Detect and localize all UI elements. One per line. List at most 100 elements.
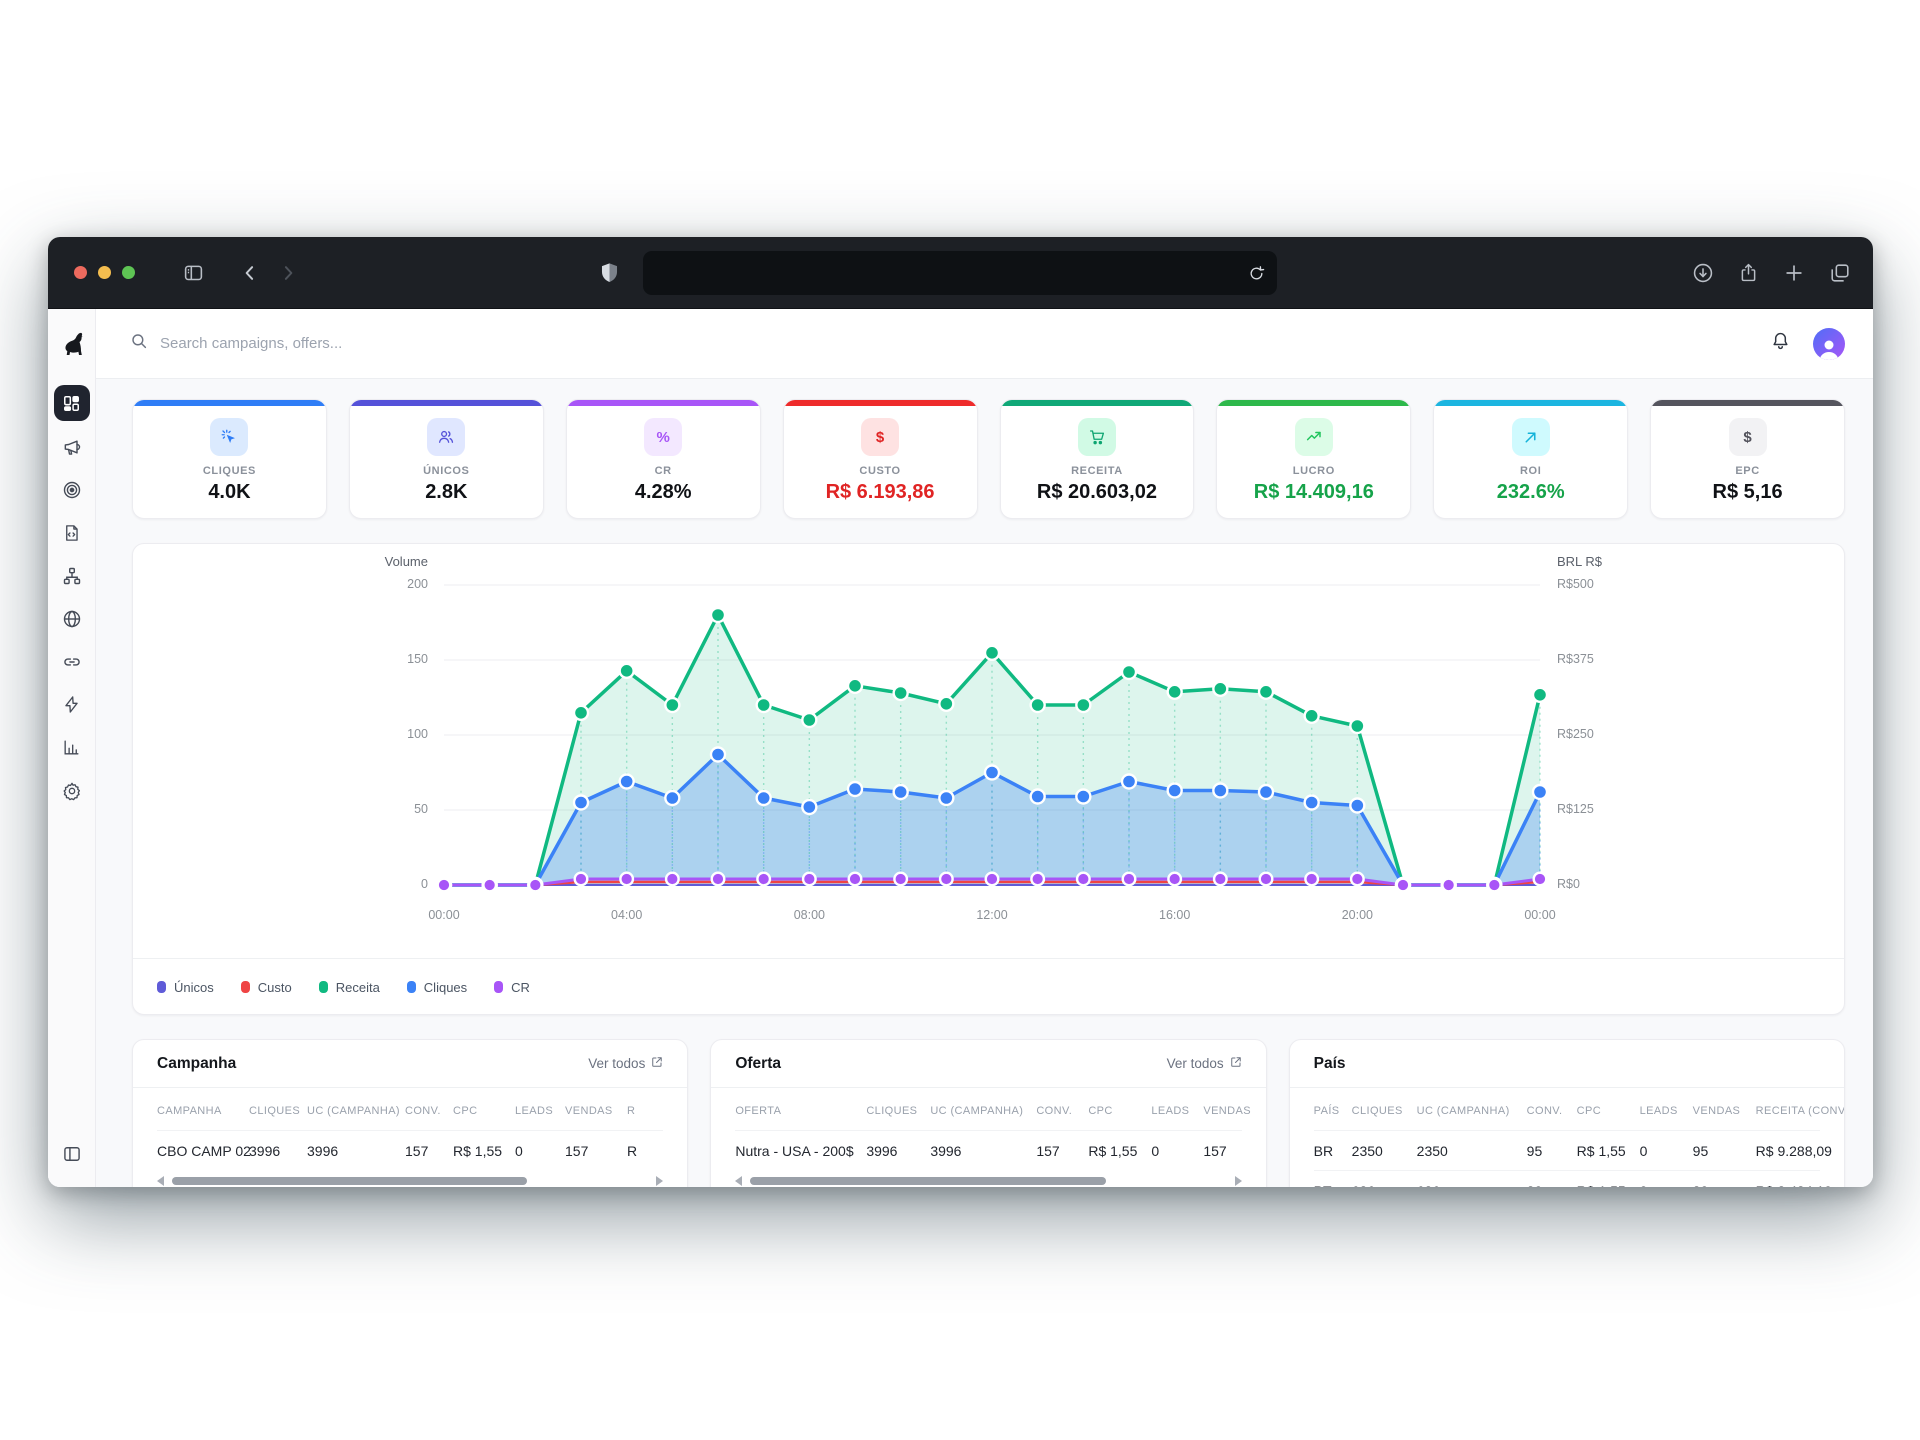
column-header: PAÍS xyxy=(1314,1105,1352,1117)
percent-icon: % xyxy=(644,418,682,456)
table-cell: 0 xyxy=(1151,1143,1203,1159)
trend-up-icon xyxy=(1295,418,1333,456)
table-cell: PT xyxy=(1314,1183,1352,1188)
shield-icon[interactable] xyxy=(600,262,619,283)
sidebar-item-settings[interactable] xyxy=(54,778,90,808)
horizontal-scrollbar[interactable] xyxy=(157,1172,663,1187)
sidebar-item-links[interactable] xyxy=(54,649,90,679)
table-cell: 2350 xyxy=(1352,1143,1417,1159)
scroll-right-icon[interactable] xyxy=(656,1176,663,1186)
dollar-icon: $ xyxy=(861,418,899,456)
back-icon[interactable] xyxy=(240,263,260,283)
sidebar-item-reports[interactable] xyxy=(54,735,90,765)
target-icon xyxy=(62,480,82,505)
kpi-card-cr: %CR4.28% xyxy=(566,399,761,519)
minimize-window-button[interactable] xyxy=(98,266,111,279)
table-cell: 157 xyxy=(405,1143,453,1159)
ver-todos-link[interactable]: Ver todos xyxy=(588,1056,663,1071)
bar-chart-icon xyxy=(62,738,81,762)
legend-item-cliques[interactable]: Cliques xyxy=(407,980,467,995)
downloads-icon[interactable] xyxy=(1692,262,1714,284)
legend-label: Únicos xyxy=(174,980,214,995)
reload-icon[interactable] xyxy=(1248,265,1265,282)
link-icon xyxy=(62,652,82,677)
x-axis-tick: 04:00 xyxy=(597,908,657,922)
x-axis-tick: 00:00 xyxy=(414,908,474,922)
kpi-label: ROI xyxy=(1434,465,1627,477)
x-axis-tick: 08:00 xyxy=(779,908,839,922)
table-row[interactable]: Nutra - USA - 200$39963996157R$ 1,550157 xyxy=(735,1130,1241,1170)
kpi-cards-row: CLIQUES4.0KÚNICOS2.8K%CR4.28%$CUSTOR$ 6.… xyxy=(132,399,1845,519)
close-window-button[interactable] xyxy=(74,266,87,279)
kpi-label: CR xyxy=(567,465,760,477)
forward-icon[interactable] xyxy=(278,263,298,283)
scrollbar-track[interactable] xyxy=(170,1177,650,1185)
collapse-sidebar-icon[interactable] xyxy=(62,1144,82,1169)
legend-item-custo[interactable]: Custo xyxy=(241,980,292,995)
sidebar-item-flows[interactable] xyxy=(54,563,90,593)
legend-item-receita[interactable]: Receita xyxy=(319,980,380,995)
sidebar-item-automations[interactable] xyxy=(54,692,90,722)
scroll-left-icon[interactable] xyxy=(157,1176,164,1186)
table-row[interactable]: CBO CAMP 0239963996157R$ 1,550157R xyxy=(157,1130,663,1170)
legend-item-cr[interactable]: CR xyxy=(494,980,530,995)
dollar-icon: $ xyxy=(1729,418,1767,456)
right-axis-title: BRL R$ xyxy=(1557,554,1602,569)
horizontal-scrollbar[interactable] xyxy=(735,1172,1241,1187)
left-sidebar xyxy=(48,309,96,1187)
globe-icon xyxy=(62,609,82,634)
table-cell: 157 xyxy=(565,1143,627,1159)
user-avatar[interactable] xyxy=(1813,328,1845,360)
table-title: Campanha xyxy=(157,1055,236,1073)
table-cell: R$ 1,55 xyxy=(1088,1143,1151,1159)
zoom-window-button[interactable] xyxy=(122,266,135,279)
legend-swatch xyxy=(407,981,416,993)
scroll-left-icon[interactable] xyxy=(735,1176,742,1186)
table-cell: R$ 3.484,10 xyxy=(1756,1183,1845,1188)
table-cell: 157 xyxy=(1203,1143,1263,1159)
scrollbar-thumb[interactable] xyxy=(750,1177,1105,1185)
sidebar-item-targets[interactable] xyxy=(54,477,90,507)
browser-window: CLIQUES4.0KÚNICOS2.8K%CR4.28%$CUSTOR$ 6.… xyxy=(48,237,1873,1187)
kpi-card-lucro: LUCROR$ 14.409,16 xyxy=(1216,399,1411,519)
sidebar-item-domains[interactable] xyxy=(54,606,90,636)
scroll-right-icon[interactable] xyxy=(1235,1176,1242,1186)
traffic-chart-card: Volume200150100500BRL R$R$500R$375R$250R… xyxy=(132,543,1845,1015)
notifications-bell-icon[interactable] xyxy=(1770,330,1791,357)
sidebar-toggle-icon[interactable] xyxy=(183,262,204,283)
left-axis-title: Volume xyxy=(364,554,428,569)
users-icon xyxy=(427,418,465,456)
table-cell: 636 xyxy=(1417,1183,1527,1188)
column-header: CPC xyxy=(1088,1105,1151,1117)
column-header: LEADS xyxy=(515,1105,565,1117)
share-icon[interactable] xyxy=(1738,262,1759,284)
search-input[interactable] xyxy=(160,335,580,352)
address-bar[interactable] xyxy=(643,251,1277,295)
table-cell: R$ 1,55 xyxy=(453,1143,515,1159)
column-header: OFERTA xyxy=(735,1105,866,1117)
legend-item-únicos[interactable]: Únicos xyxy=(157,980,214,995)
scrollbar-track[interactable] xyxy=(748,1177,1228,1185)
column-header: RECEITA (CONV.) xyxy=(1756,1105,1845,1117)
sidebar-item-campaigns[interactable] xyxy=(54,434,90,464)
ver-todos-link[interactable]: Ver todos xyxy=(1167,1056,1242,1071)
table-header-row: CAMPANHACLIQUESUC (CAMPANHA)CONV.CPCLEAD… xyxy=(157,1092,663,1130)
right-axis-tick: R$125 xyxy=(1557,802,1594,816)
new-tab-icon[interactable] xyxy=(1783,262,1805,284)
table-cell: 20 xyxy=(1527,1183,1577,1188)
sidebar-item-dashboard[interactable] xyxy=(54,385,90,421)
external-link-icon xyxy=(1230,1056,1242,1071)
gear-icon xyxy=(62,781,82,806)
legend-swatch xyxy=(319,981,328,993)
search-bar[interactable] xyxy=(130,332,1770,355)
table-row[interactable]: BR2350235095R$ 1,55095R$ 9.288,09 xyxy=(1314,1130,1820,1170)
scrollbar-thumb[interactable] xyxy=(172,1177,527,1185)
table-cell: Nutra - USA - 200$ xyxy=(735,1143,866,1159)
tab-overview-icon[interactable] xyxy=(1829,262,1851,284)
column-header: CLIQUES xyxy=(249,1105,307,1117)
column-header: UC (CAMPANHA) xyxy=(307,1105,405,1117)
sidebar-item-landers[interactable] xyxy=(54,520,90,550)
table-cell: 3996 xyxy=(866,1143,930,1159)
zap-icon xyxy=(62,695,81,719)
table-row[interactable]: PT63663620R$ 1,55020R$ 3.484,10 xyxy=(1314,1170,1820,1187)
